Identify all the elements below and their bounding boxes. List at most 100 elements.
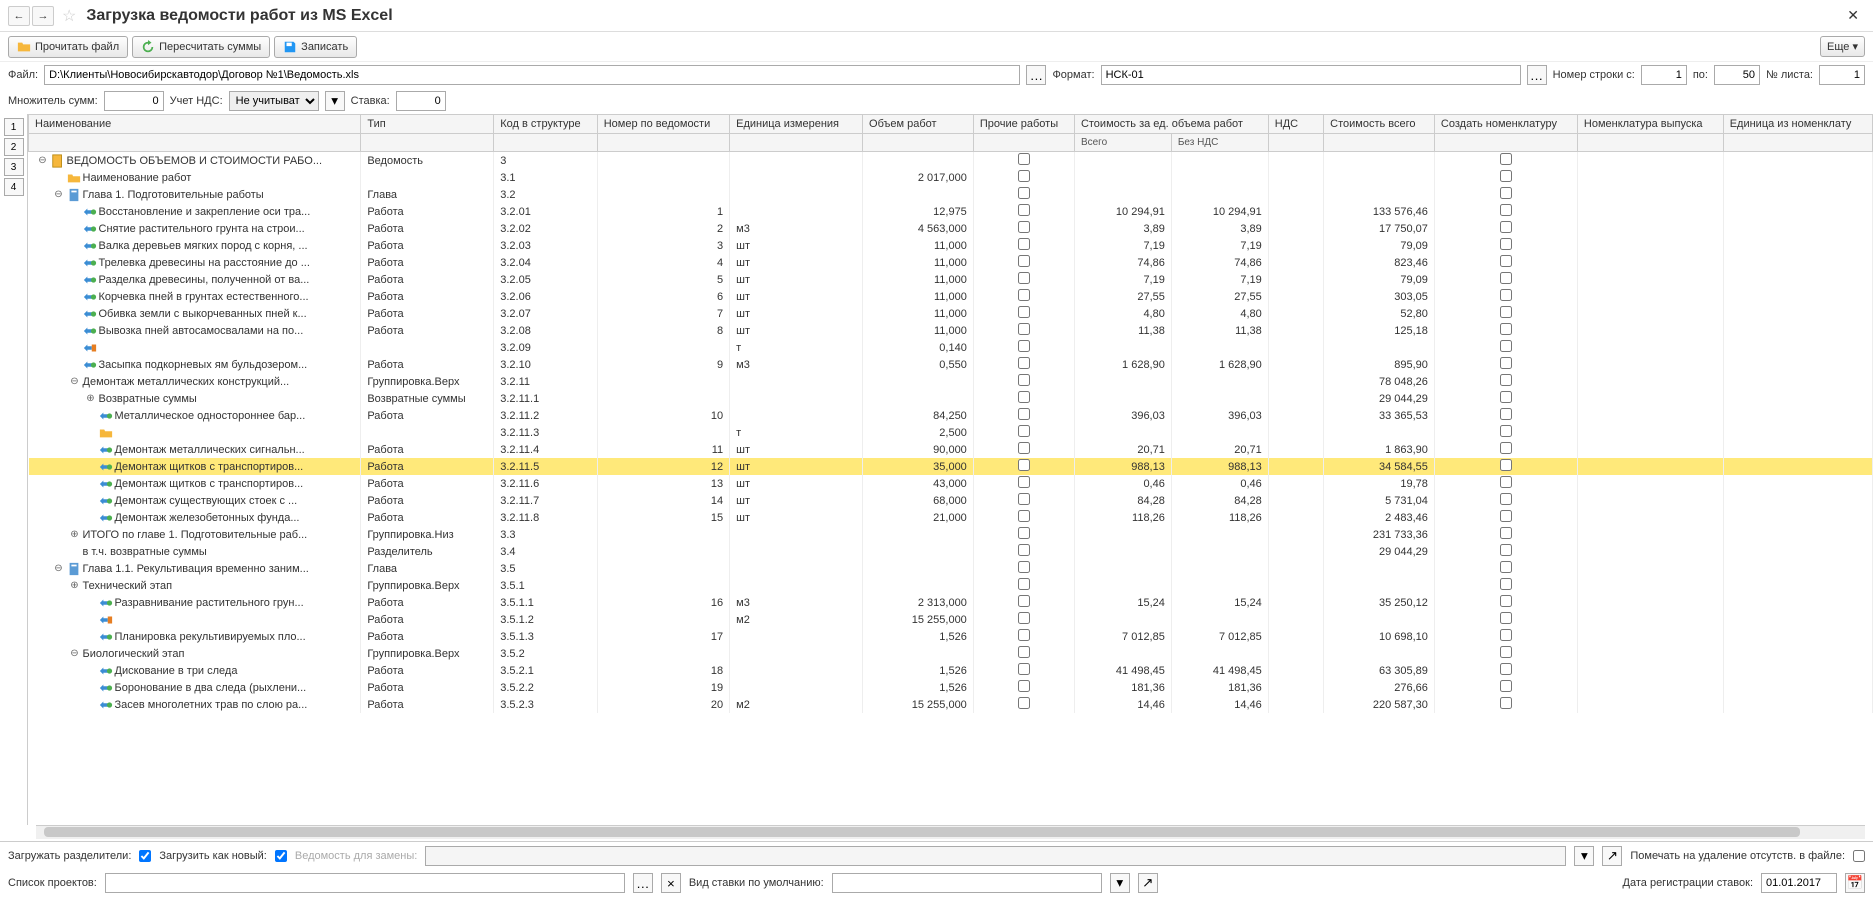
row-create-nom-checkbox[interactable] — [1500, 306, 1512, 318]
row-other-checkbox[interactable] — [1018, 221, 1030, 233]
table-row[interactable]: Работа3.5.1.2м215 255,000 — [29, 611, 1873, 628]
col-cost-novat[interactable]: Без НДС — [1171, 134, 1268, 152]
row-other-checkbox[interactable] — [1018, 697, 1030, 709]
row-other-checkbox[interactable] — [1018, 646, 1030, 658]
col-code[interactable]: Код в структуре — [494, 115, 597, 134]
rate-type-input[interactable] — [832, 873, 1102, 893]
tree-toggle-icon[interactable] — [69, 206, 81, 218]
row-create-nom-checkbox[interactable] — [1500, 459, 1512, 471]
row-create-nom-checkbox[interactable] — [1500, 204, 1512, 216]
col-name[interactable]: Наименование — [29, 115, 361, 134]
row-other-checkbox[interactable] — [1018, 323, 1030, 335]
tree-toggle-icon[interactable] — [69, 257, 81, 269]
tree-toggle-icon[interactable] — [69, 274, 81, 286]
row-other-checkbox[interactable] — [1018, 663, 1030, 675]
tree-toggle-icon[interactable] — [69, 240, 81, 252]
rate-type-open-button[interactable]: ↗ — [1138, 873, 1158, 893]
row-other-checkbox[interactable] — [1018, 340, 1030, 352]
row-other-checkbox[interactable] — [1018, 170, 1030, 182]
row-other-checkbox[interactable] — [1018, 272, 1030, 284]
row-other-checkbox[interactable] — [1018, 204, 1030, 216]
tree-toggle-icon[interactable] — [85, 597, 97, 609]
row-create-nom-checkbox[interactable] — [1500, 221, 1512, 233]
table-row[interactable]: ⊖Глава 1. Подготовительные работыГлава3.… — [29, 186, 1873, 203]
row-create-nom-checkbox[interactable] — [1500, 408, 1512, 420]
row-other-checkbox[interactable] — [1018, 578, 1030, 590]
row-other-checkbox[interactable] — [1018, 238, 1030, 250]
row-create-nom-checkbox[interactable] — [1500, 425, 1512, 437]
tree-toggle-icon[interactable]: ⊖ — [37, 155, 49, 167]
mark-del-checkbox[interactable] — [1853, 850, 1865, 862]
row-other-checkbox[interactable] — [1018, 612, 1030, 624]
vat-dropdown-button[interactable]: ▾ — [325, 91, 345, 111]
rate-input[interactable] — [396, 91, 446, 111]
tree-toggle-icon[interactable] — [69, 546, 81, 558]
row-other-checkbox[interactable] — [1018, 187, 1030, 199]
row-create-nom-checkbox[interactable] — [1500, 544, 1512, 556]
tree-toggle-icon[interactable]: ⊕ — [85, 393, 97, 405]
table-row[interactable]: Дискование в три следаРабота3.5.2.1181,5… — [29, 662, 1873, 679]
col-num[interactable]: Номер по ведомости — [597, 115, 729, 134]
row-other-checkbox[interactable] — [1018, 561, 1030, 573]
table-row[interactable]: Валка деревьев мягких пород с корня, ...… — [29, 237, 1873, 254]
tree-toggle-icon[interactable] — [85, 682, 97, 694]
tree-toggle-icon[interactable] — [69, 223, 81, 235]
tree-toggle-icon[interactable] — [69, 342, 81, 354]
table-row[interactable]: в т.ч. возвратные суммыРазделитель3.429 … — [29, 543, 1873, 560]
row-create-nom-checkbox[interactable] — [1500, 476, 1512, 488]
row-create-nom-checkbox[interactable] — [1500, 578, 1512, 590]
row-create-nom-checkbox[interactable] — [1500, 340, 1512, 352]
projects-clear-button[interactable]: × — [661, 873, 681, 893]
scrollbar-thumb[interactable] — [44, 827, 1800, 837]
row-other-checkbox[interactable] — [1018, 595, 1030, 607]
row-to-input[interactable] — [1714, 65, 1760, 85]
star-icon[interactable]: ☆ — [62, 6, 76, 26]
row-create-nom-checkbox[interactable] — [1500, 561, 1512, 573]
row-create-nom-checkbox[interactable] — [1500, 646, 1512, 658]
tree-toggle-icon[interactable] — [85, 495, 97, 507]
table-row[interactable]: ⊕ИТОГО по главе 1. Подготовительные раб.… — [29, 526, 1873, 543]
close-button[interactable]: ✕ — [1841, 5, 1865, 26]
row-create-nom-checkbox[interactable] — [1500, 357, 1512, 369]
row-other-checkbox[interactable] — [1018, 527, 1030, 539]
nav-forward-button[interactable]: → — [32, 6, 54, 26]
tree-toggle-icon[interactable]: ⊖ — [53, 563, 65, 575]
load-sep-checkbox[interactable] — [139, 850, 151, 862]
col-type[interactable]: Тип — [361, 115, 494, 134]
projects-browse-button[interactable]: … — [633, 873, 653, 893]
format-input[interactable] — [1101, 65, 1521, 85]
table-row[interactable]: Вывозка пней автосамосвалами на по...Раб… — [29, 322, 1873, 339]
table-row[interactable]: Боронование в два следа (рыхлени...Работ… — [29, 679, 1873, 696]
col-vat[interactable]: НДС — [1268, 115, 1323, 134]
row-other-checkbox[interactable] — [1018, 255, 1030, 267]
tree-toggle-icon[interactable] — [85, 665, 97, 677]
row-other-checkbox[interactable] — [1018, 442, 1030, 454]
col-create-nom[interactable]: Создать номенклатуру — [1434, 115, 1577, 134]
row-create-nom-checkbox[interactable] — [1500, 323, 1512, 335]
row-other-checkbox[interactable] — [1018, 425, 1030, 437]
table-row[interactable]: Обивка земли с выкорчеванных пней к...Ра… — [29, 305, 1873, 322]
row-other-checkbox[interactable] — [1018, 391, 1030, 403]
table-row[interactable]: Корчевка пней в грунтах естественного...… — [29, 288, 1873, 305]
col-unit[interactable]: Единица измерения — [730, 115, 863, 134]
replace-open-button[interactable]: ↗ — [1602, 846, 1622, 866]
mult-input[interactable] — [104, 91, 164, 111]
table-row[interactable]: Разравнивание растительного грун...Работ… — [29, 594, 1873, 611]
table-row[interactable]: Демонтаж железобетонных фунда...Работа3.… — [29, 509, 1873, 526]
level-2-button[interactable]: 2 — [4, 138, 24, 156]
col-cost-group[interactable]: Стоимость за ед. объема работ — [1074, 115, 1268, 134]
tree-toggle-icon[interactable] — [69, 291, 81, 303]
table-row[interactable]: Демонтаж существующих стоек с ...Работа3… — [29, 492, 1873, 509]
row-create-nom-checkbox[interactable] — [1500, 663, 1512, 675]
tree-toggle-icon[interactable] — [69, 325, 81, 337]
row-create-nom-checkbox[interactable] — [1500, 595, 1512, 607]
row-from-input[interactable] — [1641, 65, 1687, 85]
table-row[interactable]: Демонтаж металлических сигнальн...Работа… — [29, 441, 1873, 458]
row-other-checkbox[interactable] — [1018, 306, 1030, 318]
table-row[interactable]: Засев многолетних трав по слою ра...Рабо… — [29, 696, 1873, 713]
table-row[interactable]: Демонтаж щитков с транспортиров...Работа… — [29, 475, 1873, 492]
table-row[interactable]: ⊖Демонтаж металлических конструкций...Гр… — [29, 373, 1873, 390]
tree-toggle-icon[interactable]: ⊕ — [69, 529, 81, 541]
row-other-checkbox[interactable] — [1018, 510, 1030, 522]
nav-back-button[interactable]: ← — [8, 6, 30, 26]
